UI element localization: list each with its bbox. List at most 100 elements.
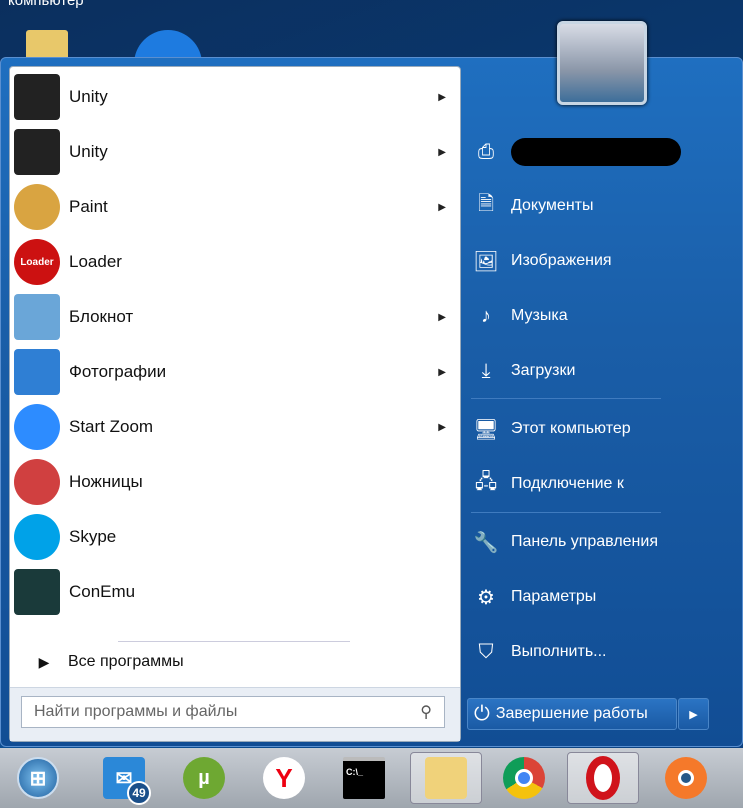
program-item[interactable]: Unity ▶ <box>14 71 454 123</box>
program-item[interactable]: ConEmu <box>14 566 454 618</box>
right-item[interactable]: 🖥 Этот компьютер <box>471 409 631 449</box>
divider <box>471 398 661 399</box>
submenu-arrow-icon[interactable]: ▶ <box>438 92 446 103</box>
right-item[interactable]: 🗎 Документы <box>471 186 594 226</box>
program-item[interactable]: Блокнот ▶ <box>14 291 454 343</box>
right-item[interactable]: 🖼 Изображения <box>471 241 612 281</box>
run-icon: ⛉ <box>478 640 494 663</box>
cmd-icon: C:\_ <box>343 757 385 799</box>
desktop-label: компьютер <box>8 0 84 9</box>
taskbar: ⊞ ✉ 49 µ Y C:\_ <box>0 748 743 808</box>
program-item[interactable]: Skype <box>14 511 454 563</box>
blender-icon <box>665 757 707 799</box>
search-input[interactable]: Найти программы и файлы ⚲ <box>21 696 445 728</box>
submenu-arrow-icon[interactable]: ▶ <box>438 422 446 433</box>
right-item-label: Этот компьютер <box>511 420 631 437</box>
windows-orb-icon: ⊞ <box>17 757 59 799</box>
network-icon: 🖧 <box>474 471 498 493</box>
program-item[interactable]: Ножницы <box>14 456 454 508</box>
mail-badge: 49 <box>127 781 151 805</box>
right-item[interactable]: 🖧 Подключение к <box>471 464 624 504</box>
all-programs-label: Все программы <box>68 653 184 670</box>
user-folder-icon: ⎙ <box>478 140 494 163</box>
taskbar-yandex[interactable]: Y <box>258 752 310 804</box>
submenu-arrow-icon[interactable]: ▶ <box>438 367 446 378</box>
redacted-username <box>511 138 681 166</box>
submenu-arrow-icon[interactable]: ▶ <box>438 312 446 323</box>
chrome-icon <box>503 757 545 799</box>
user-folder[interactable]: ⎙ <box>471 132 681 172</box>
program-item[interactable]: Loader Loader <box>14 236 454 288</box>
right-item-label: Музыка <box>511 307 568 324</box>
program-label: Блокнот <box>69 307 134 326</box>
user-avatar[interactable] <box>557 21 647 105</box>
unity-icon <box>14 74 60 120</box>
gear-icon: ⚙ <box>477 586 495 609</box>
search-icon[interactable]: ⚲ <box>420 702 432 722</box>
program-label: Ножницы <box>69 472 143 491</box>
divider <box>118 641 350 642</box>
program-item[interactable]: Фотографии ▶ <box>14 346 454 398</box>
submenu-arrow-icon[interactable]: ▶ <box>438 147 446 158</box>
mail-icon: ✉ 49 <box>103 757 151 805</box>
image-icon: 🖼 <box>473 250 499 273</box>
program-label: Skype <box>69 527 117 546</box>
start-menu: Unity ▶ Unity ▶ Paint ▶ Loader Loader Блокнот ▶ Фо… <box>0 21 743 747</box>
right-item-label: Параметры <box>511 588 597 605</box>
scissors-icon <box>14 459 60 505</box>
download-icon: ⤓ <box>481 359 491 382</box>
paint-palette-icon <box>14 184 60 230</box>
triangle-right-icon: ▶ <box>38 653 50 670</box>
start-button[interactable]: ⊞ <box>12 752 64 804</box>
taskbar-chrome[interactable] <box>498 752 550 804</box>
zoom-icon <box>14 404 60 450</box>
right-item-label: Подключение к <box>511 475 624 492</box>
right-item[interactable]: ⤓ Загрузки <box>471 351 576 391</box>
right-item-label: Выполнить... <box>511 643 607 660</box>
search-placeholder: Найти программы и файлы <box>34 703 238 720</box>
taskbar-blender[interactable] <box>660 752 712 804</box>
right-item[interactable]: ⛉ Выполнить... <box>471 632 607 672</box>
skype-icon <box>14 514 60 560</box>
program-label: Paint <box>69 197 108 216</box>
photos-icon <box>14 349 60 395</box>
right-item-label: Изображения <box>511 252 612 269</box>
shutdown-label: Завершение работы <box>495 705 648 722</box>
submenu-arrow-icon[interactable]: ▶ <box>438 202 446 213</box>
right-item-label: Документы <box>511 197 594 214</box>
program-item[interactable]: Paint ▶ <box>14 181 454 233</box>
document-icon: 🗎 <box>477 193 495 215</box>
right-item[interactable]: ♪ Музыка <box>471 296 568 336</box>
taskbar-explorer[interactable] <box>410 752 482 804</box>
divider <box>471 512 661 513</box>
program-label: Фотографии <box>69 362 167 381</box>
program-label: ConEmu <box>69 582 136 601</box>
wrench-icon: 🔧 <box>473 531 499 554</box>
program-label: Unity <box>69 87 108 106</box>
unity-icon <box>14 129 60 175</box>
program-item[interactable]: Start Zoom ▶ <box>14 401 454 453</box>
taskbar-cmd[interactable]: C:\_ <box>338 752 390 804</box>
all-programs-button[interactable]: ▶ Все программы <box>20 653 184 671</box>
right-item[interactable]: ⚙ Параметры <box>471 577 596 617</box>
program-item[interactable]: Unity ▶ <box>14 126 454 178</box>
taskbar-opera[interactable] <box>567 752 639 804</box>
computer-icon: 🖥 <box>473 418 499 441</box>
shutdown-button[interactable]: ⏻ Завершение работы <box>467 698 677 730</box>
shutdown-options-button[interactable]: ▶ <box>678 698 709 730</box>
explorer-folder-icon <box>425 757 467 799</box>
yandex-browser-icon: Y <box>263 757 305 799</box>
right-item-label: Панель управления <box>511 533 658 550</box>
desktop-folder-icon[interactable] <box>26 30 68 60</box>
power-icon: ⏻ <box>474 702 490 725</box>
loader-icon: Loader <box>14 239 60 285</box>
utorrent-icon: µ <box>183 757 225 799</box>
taskbar-utorrent[interactable]: µ <box>178 752 230 804</box>
notepad-icon <box>14 294 60 340</box>
opera-icon <box>586 756 620 800</box>
program-label: Loader <box>69 252 122 271</box>
right-item[interactable]: 🔧 Панель управления <box>471 522 658 562</box>
search-area: Найти программы и файлы ⚲ <box>10 687 460 741</box>
taskbar-mail[interactable]: ✉ 49 <box>98 752 151 805</box>
right-item-label: Загрузки <box>511 362 576 379</box>
